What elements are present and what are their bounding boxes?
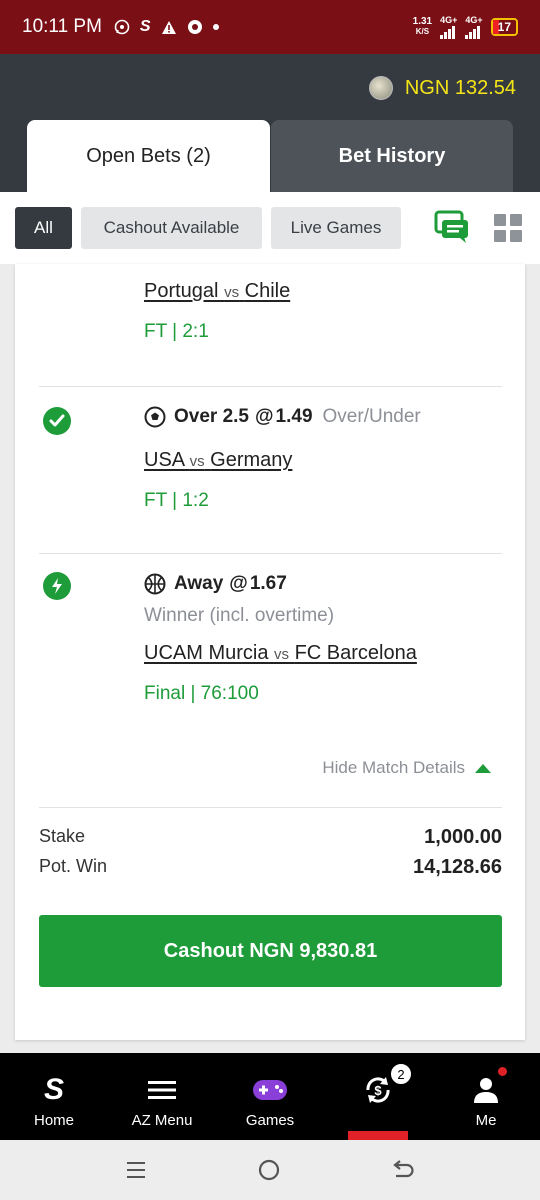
battery-icon: 17 (490, 18, 518, 36)
divider (39, 553, 502, 554)
net-type-2: 4G+ (465, 14, 483, 25)
status-time: 10:11 PM (22, 16, 102, 37)
match-result: FT | 2:1 (144, 321, 209, 342)
divider (39, 386, 502, 387)
notification-dot (498, 1067, 507, 1076)
lightning-icon (43, 572, 71, 600)
nav-home-label: Home (33, 1112, 74, 1129)
potwin-row: Pot. Win 14,128.66 (39, 856, 502, 879)
stake-value: 1,000.00 (424, 826, 502, 848)
status-bar: 10:11 PM S 1.31 K/S 4G+ 4G+ 17 (0, 0, 540, 54)
market-name: Over/Under (322, 406, 421, 427)
active-tab-indicator (348, 1131, 408, 1140)
menu-icon (148, 1073, 176, 1107)
home-team: UCAM Murcia (144, 642, 269, 664)
vs-text: vs (224, 284, 240, 301)
filter-all[interactable]: All (15, 207, 72, 249)
net-type-1: 4G+ (440, 14, 458, 25)
cashout-count-badge: 2 (390, 1063, 412, 1085)
nav-me-label: Me (475, 1112, 497, 1129)
selection-odds: 1.67 (249, 573, 287, 594)
net-speed-unit: K/S (415, 27, 430, 36)
potwin-label: Pot. Win (39, 856, 108, 876)
grid-view-icon[interactable] (494, 214, 522, 242)
selection-name: Away (174, 573, 224, 594)
vs-text: vs (274, 646, 290, 663)
away-team: FC Barcelona (294, 642, 417, 664)
svg-text:$: $ (374, 1083, 382, 1098)
app-header: NGN 132.54 Open Bets (2) Bet History (0, 54, 540, 192)
match-result: FT | 1:2 (144, 490, 209, 511)
selection: Away @ 1.67 (144, 573, 287, 595)
more-dot-icon (212, 24, 219, 30)
sportybet-logo-icon: S (43, 1073, 64, 1106)
filter-live-games[interactable]: Live Games (271, 207, 401, 249)
nav-home[interactable]: S Home (0, 1053, 108, 1140)
selection-name: Over 2.5 (174, 406, 249, 427)
warning-icon (161, 20, 176, 34)
nav-az-menu[interactable]: AZ Menu (108, 1053, 216, 1140)
match-link[interactable]: UCAM Murcia vs FC Barcelona (144, 642, 417, 665)
filter-bar: All Cashout Available Live Games (0, 192, 540, 264)
signal-2: 4G+ (465, 14, 483, 39)
system-status: 1.31 K/S 4G+ 4G+ 17 (413, 14, 518, 39)
soccer-ball-icon (144, 406, 166, 428)
stake-label: Stake (39, 826, 86, 846)
balance-coin-icon (368, 76, 393, 100)
selection-odds: 1.49 (275, 406, 313, 427)
potwin-value: 14,128.66 (413, 856, 502, 878)
match-result: Final | 76:100 (144, 683, 259, 704)
selection: Over 2.5 @ 1.49 Over/Under (144, 406, 421, 428)
nav-games[interactable]: Games (216, 1053, 324, 1140)
stake-row: Stake 1,000.00 (39, 826, 502, 849)
net-speed: 1.31 K/S (413, 17, 432, 37)
home-team: USA (144, 449, 185, 471)
basketball-icon (144, 573, 166, 595)
match-link[interactable]: Portugal vs Chile (144, 280, 290, 303)
won-check-icon (43, 407, 71, 435)
nav-me[interactable]: Me (432, 1053, 540, 1140)
at-sign: @ (229, 573, 248, 594)
divider (39, 807, 502, 808)
bet-card: Portugal vs Chile FT | 2:1 Over 2.5 @ 1.… (15, 264, 525, 1040)
user-icon (473, 1067, 507, 1107)
notification-icons: S (114, 18, 219, 36)
whatsapp-icon (114, 19, 130, 35)
market-name: Winner (incl. overtime) (144, 605, 335, 626)
caret-up-icon (475, 763, 491, 773)
cashout-button[interactable]: Cashout NGN 9,830.81 (39, 915, 502, 987)
signal-1: 4G+ (440, 14, 458, 39)
tab-bet-history[interactable]: Bet History (271, 120, 513, 192)
chat-bet-icon[interactable] (434, 210, 470, 244)
hide-match-details-toggle[interactable]: Hide Match Details (322, 758, 491, 778)
net-speed-value: 1.31 (412, 16, 433, 27)
sportybet-notif-icon: S (139, 18, 151, 35)
match-link[interactable]: USA vs Germany (144, 449, 292, 472)
vs-text: vs (189, 453, 205, 470)
signal-bars-icon (440, 25, 456, 39)
signal-bars-icon (465, 25, 481, 39)
home-team: Portugal (144, 280, 219, 302)
nav-cashout[interactable]: $ 2 (324, 1053, 432, 1140)
cashout-icon: $ 2 (362, 1063, 412, 1107)
filter-cashout-available[interactable]: Cashout Available (81, 207, 262, 249)
home-circle-icon[interactable] (257, 1158, 281, 1182)
recent-apps-icon[interactable] (125, 1160, 147, 1180)
gamepad-icon (252, 1073, 288, 1107)
app-notif-icon (187, 20, 202, 34)
system-nav-bar (0, 1140, 540, 1200)
tab-open-bets[interactable]: Open Bets (2) (27, 120, 270, 192)
balance-amount: NGN 132.54 (404, 76, 516, 99)
away-team: Germany (210, 449, 293, 471)
nav-az-menu-label: AZ Menu (131, 1112, 193, 1129)
at-sign: @ (255, 406, 274, 427)
bottom-nav: S Home AZ Menu Games $ 2 Me (0, 1053, 540, 1140)
battery-level: 17 (497, 20, 511, 34)
account-balance[interactable]: NGN 132.54 (368, 76, 516, 100)
hide-details-label: Hide Match Details (322, 758, 465, 777)
nav-games-label: Games (245, 1112, 295, 1129)
back-icon[interactable] (391, 1159, 415, 1181)
away-team: Chile (244, 280, 291, 302)
